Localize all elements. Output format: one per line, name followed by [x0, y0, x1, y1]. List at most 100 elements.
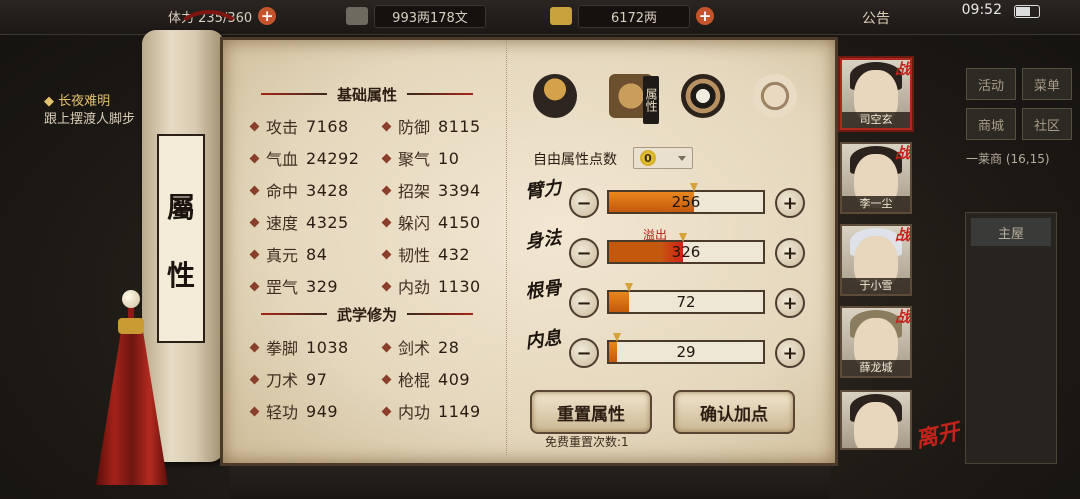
panel-divider — [506, 40, 507, 455]
increase-agility-button[interactable]: + — [775, 238, 805, 268]
breath-bar: 29 — [607, 333, 765, 364]
money-icon — [346, 7, 368, 25]
character-card-yuxiaoxue[interactable]: 战 于小雪 — [840, 224, 912, 296]
character-name: 李一尘 — [842, 196, 910, 212]
free-points-label: 自由属性点数 — [533, 152, 617, 168]
money-display: 993两178文 — [346, 4, 486, 28]
ingot-icon — [550, 7, 572, 25]
strength-bar: 256 — [607, 183, 765, 214]
quest-title: ◆ 长夜难明 — [44, 94, 111, 109]
zone-label: 一莱商 (16,15) — [966, 152, 1050, 166]
stat-defense: 防御 8115 — [381, 115, 481, 137]
attr-name-strength: 臂力 — [524, 177, 563, 204]
free-points-dropdown[interactable]: 0 — [633, 147, 693, 169]
decrease-breath-button[interactable]: − — [569, 338, 599, 368]
attr-row-breath: 内息 − 29 + — [524, 327, 817, 374]
battle-tag: 战 — [894, 308, 910, 326]
increase-strength-button[interactable]: + — [775, 188, 805, 218]
tassel-knot — [118, 318, 144, 334]
strength-bar-marker — [689, 183, 698, 192]
stat-gang-qi: 罡气 329 — [249, 275, 338, 297]
martial-arts-title: 武学修为 — [251, 300, 483, 328]
strength-value: 256 — [671, 193, 701, 211]
stat-sword: 剑术 28 — [381, 336, 459, 358]
battery-icon — [1014, 5, 1040, 18]
status-clock: 09:52 — [961, 2, 1002, 18]
add-stamina-button[interactable]: + — [258, 7, 277, 25]
breath-bar-marker — [612, 333, 621, 342]
battle-tag: 战 — [894, 226, 910, 244]
attribute-panel: 基础属性 攻击 7168 防御 8115 气血 24292 聚气 10 命中 3428 招… — [220, 37, 838, 466]
decrease-agility-button[interactable]: − — [569, 238, 599, 268]
stat-parry: 招架 3394 — [381, 179, 481, 201]
agility-bar-marker — [678, 233, 687, 242]
base-attributes-title: 基础属性 — [251, 80, 483, 108]
stat-blade: 刀术 97 — [249, 368, 327, 390]
constitution-value: 72 — [676, 293, 696, 311]
stat-attack: 攻击 7168 — [249, 115, 349, 137]
body-meridian-icon[interactable] — [747, 68, 803, 124]
activity-button[interactable]: 活动 — [966, 68, 1016, 100]
character-card-female[interactable] — [840, 390, 912, 450]
agility-value: 326 — [671, 243, 701, 261]
attr-row-agility: 身法 − 326 + — [524, 227, 817, 274]
bagua-icon[interactable] — [675, 68, 731, 124]
stat-accuracy: 命中 3428 — [249, 179, 349, 201]
character-name: 司空玄 — [842, 112, 910, 128]
decrease-strength-button[interactable]: − — [569, 188, 599, 218]
ingot-display: 6172两 + — [550, 4, 714, 28]
battle-tag: 战 — [894, 144, 910, 162]
attr-name-agility: 身法 — [524, 227, 563, 254]
agility-bar: 326 — [607, 233, 765, 264]
free-reset-count: 免费重置次数:1 — [545, 435, 629, 449]
breath-value: 29 — [676, 343, 696, 361]
quest-description: 跟上摆渡人脚步 — [44, 112, 136, 127]
shop-button[interactable]: 商城 — [966, 108, 1016, 140]
scroll-title-char-1: 屬 — [166, 191, 195, 224]
stat-qi-gather: 聚气 10 — [381, 147, 459, 169]
hat-figure-icon[interactable] — [527, 68, 583, 124]
character-name: 于小雪 — [842, 278, 910, 294]
menu-button[interactable]: 菜单 — [1022, 68, 1072, 100]
notice-button[interactable]: 公告 — [862, 8, 890, 28]
attr-row-strength: 臂力 − 256 + — [524, 177, 817, 224]
character-card-sikongxuan[interactable]: 战 司空玄 — [840, 58, 912, 130]
community-button[interactable]: 社区 — [1022, 108, 1072, 140]
character-card-xuelongcheng[interactable]: 战 薛龙城 — [840, 306, 912, 378]
chevron-down-icon — [678, 156, 686, 161]
scroll-title-label: 屬 性 — [157, 134, 205, 343]
add-ingot-button[interactable]: + — [696, 7, 714, 25]
decrease-constitution-button[interactable]: − — [569, 288, 599, 318]
free-points-value: 0 — [640, 150, 656, 166]
increase-breath-button[interactable]: + — [775, 338, 805, 368]
ingot-value: 6172两 — [578, 4, 690, 28]
constitution-bar-marker — [625, 283, 634, 292]
character-card-liyichen[interactable]: 战 李一尘 — [840, 142, 912, 214]
reset-attributes-button[interactable]: 重置属性 — [530, 390, 652, 434]
attribute-tab-tag: 属性 — [643, 76, 659, 124]
stat-dodge: 躲闪 4150 — [381, 211, 481, 233]
attr-name-constitution: 根骨 — [524, 277, 563, 304]
stat-inner-force: 内劲 1130 — [381, 275, 481, 297]
scroll-title-char-2: 性 — [166, 259, 195, 292]
constitution-bar: 72 — [607, 283, 765, 314]
increase-constitution-button[interactable]: + — [775, 288, 805, 318]
stat-toughness: 韧性 432 — [381, 243, 470, 265]
stat-lightness: 轻功 949 — [249, 400, 338, 422]
stat-speed: 速度 4325 — [249, 211, 349, 233]
stat-fist: 拳脚 1038 — [249, 336, 349, 358]
stat-inner-skill: 内功 1149 — [381, 400, 481, 422]
stat-spear: 枪棍 409 — [381, 368, 470, 390]
character-name: 薛龙城 — [842, 360, 910, 376]
tassel-bead — [122, 290, 140, 308]
stat-true-essence: 真元 84 — [249, 243, 327, 265]
stat-hp: 气血 24292 — [249, 147, 359, 169]
battle-tag: 战 — [894, 60, 910, 78]
location-panel: 主屋 — [965, 212, 1057, 464]
location-main-house[interactable]: 主屋 — [971, 218, 1051, 246]
confirm-points-button[interactable]: 确认加点 — [673, 390, 795, 434]
money-value: 993两178文 — [374, 4, 486, 28]
attr-row-constitution: 根骨 − 72 + — [524, 277, 817, 324]
quest-tracker[interactable]: ◆ 长夜难明 跟上摆渡人脚步 — [44, 93, 144, 129]
attr-name-breath: 内息 — [524, 327, 563, 354]
